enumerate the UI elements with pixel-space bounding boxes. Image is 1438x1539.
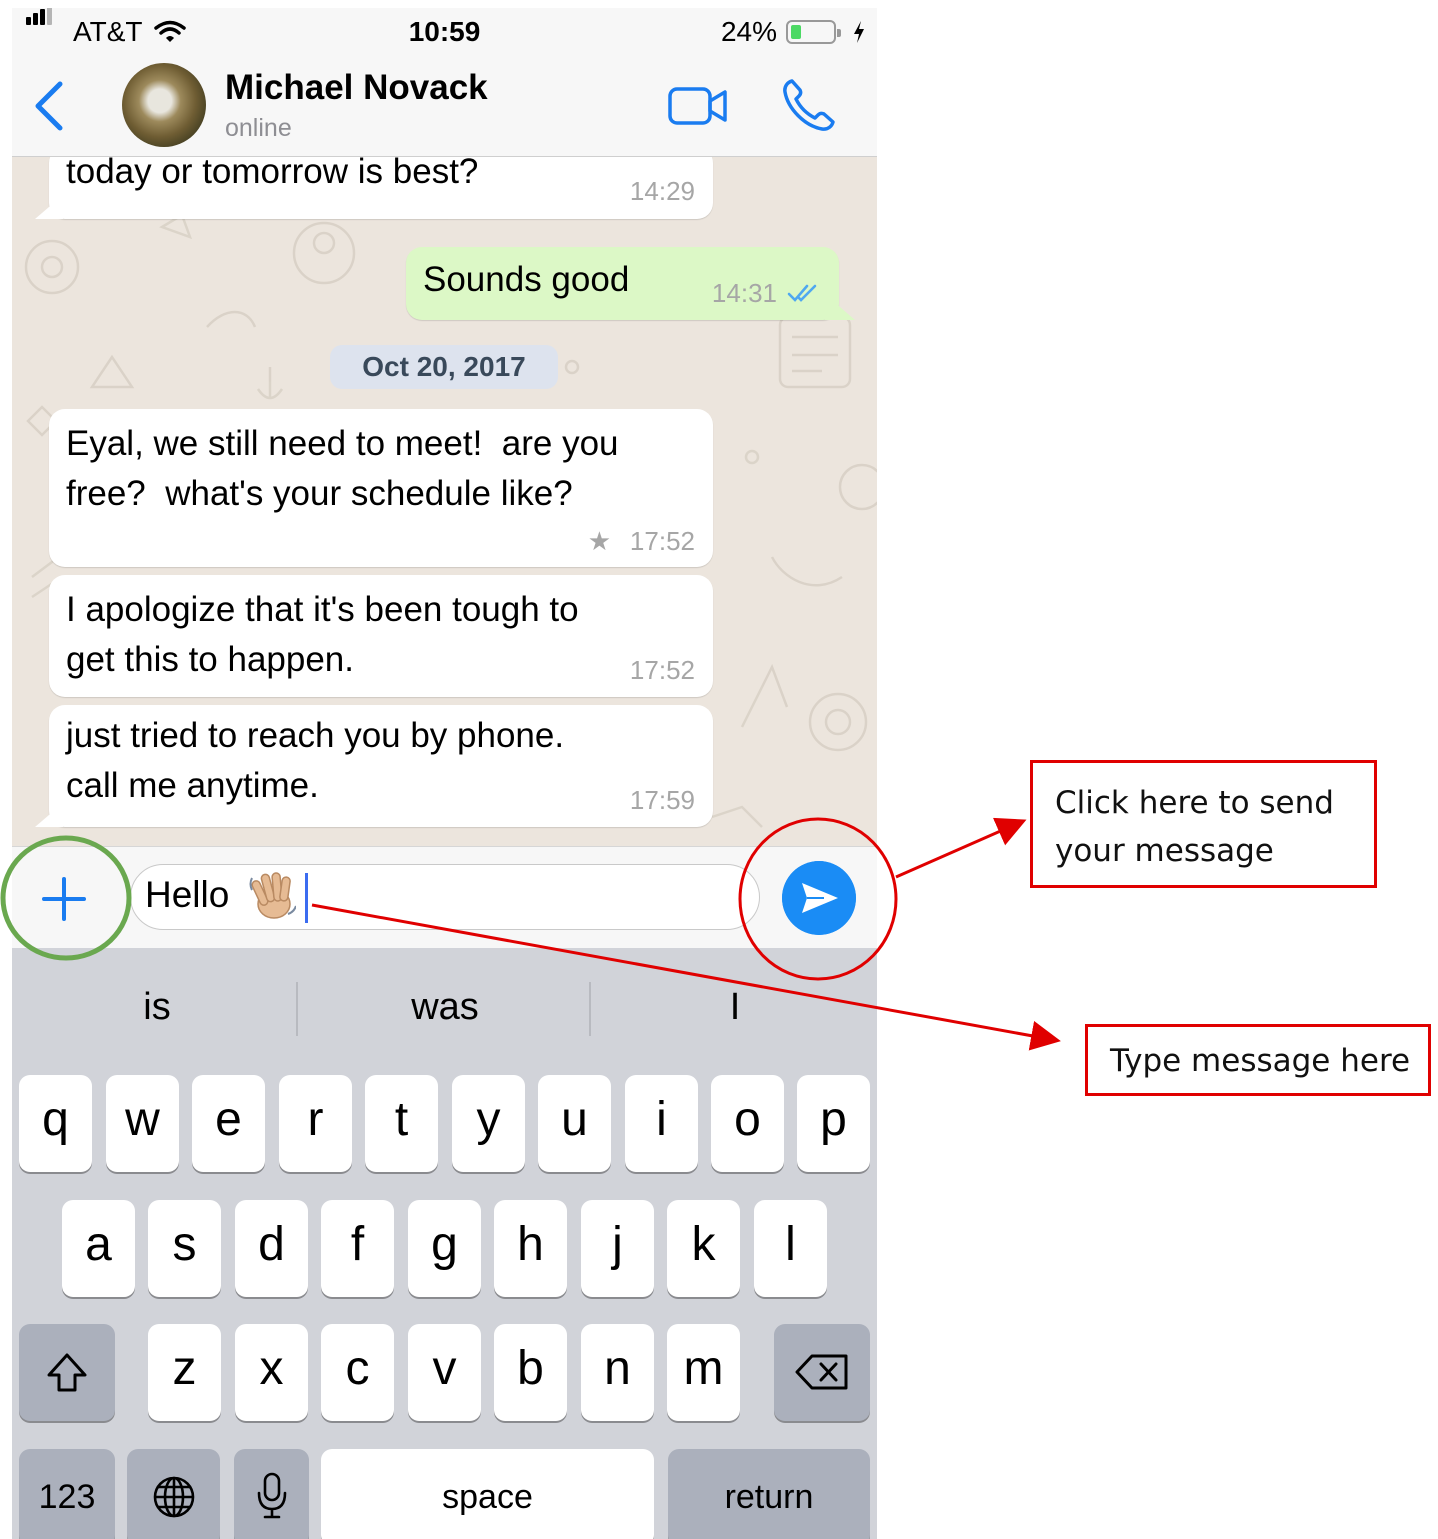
send-annotation-line1: Click here to send <box>1055 785 1334 821</box>
send-highlight-circle <box>738 817 898 981</box>
send-annotation-label: Click here to send your message <box>1030 760 1377 888</box>
send-annotation-arrow <box>895 817 1027 879</box>
send-annotation-line2: your message <box>1055 833 1274 869</box>
type-annotation-arrow <box>311 903 1061 1051</box>
type-annotation-label: Type message here <box>1085 1024 1431 1096</box>
plus-highlight-circle <box>0 835 132 961</box>
